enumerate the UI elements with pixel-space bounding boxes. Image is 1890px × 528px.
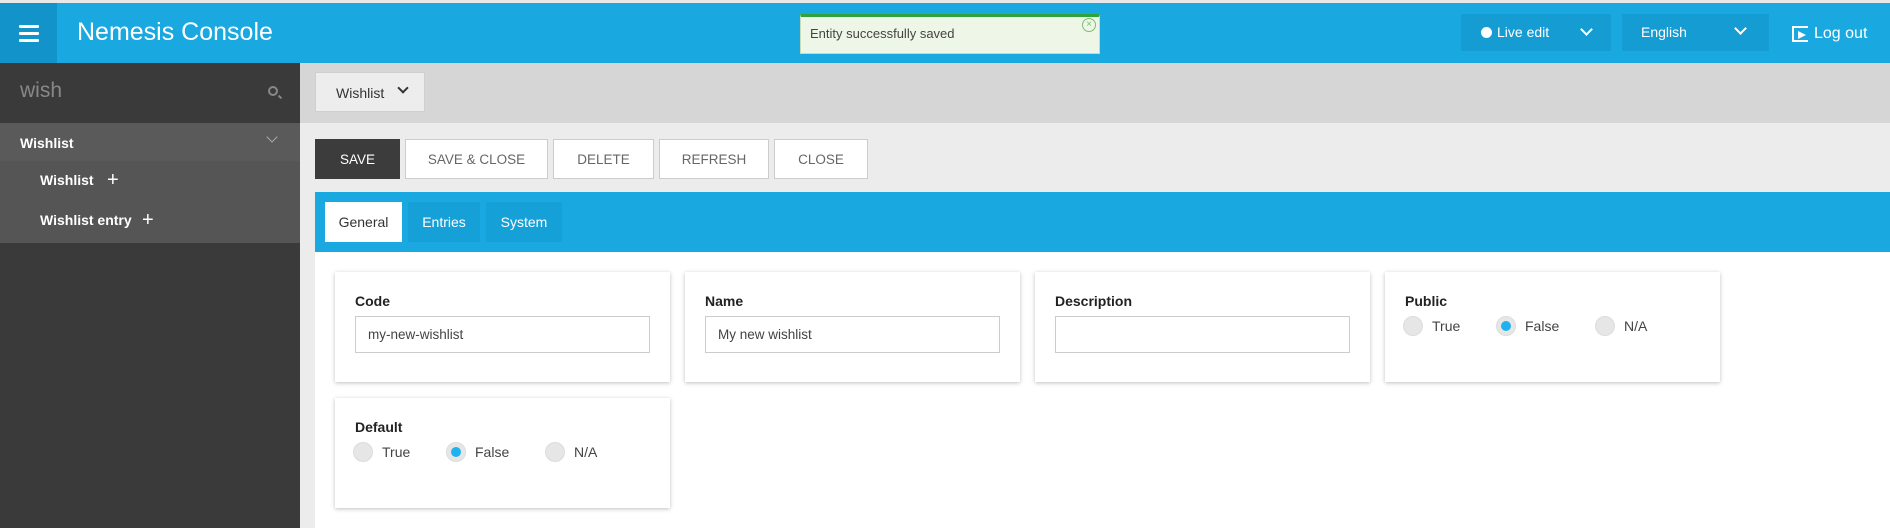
save-button[interactable]: SAVE — [315, 139, 400, 179]
sidebar-item-wishlist[interactable]: Wishlist + — [0, 161, 300, 199]
delete-button[interactable]: DELETE — [553, 139, 654, 179]
globe-icon — [1481, 26, 1492, 38]
language-select[interactable]: English — [1622, 14, 1769, 51]
sidebar-nav: Wishlist Wishlist + Wishlist entry + — [0, 123, 300, 243]
add-icon[interactable]: + — [142, 210, 154, 230]
sidebar-item-wishlist-entry[interactable]: Wishlist entry + — [0, 201, 300, 239]
entity-selector[interactable]: Wishlist — [315, 72, 425, 112]
radio-label: True — [1432, 318, 1461, 334]
chevron-down-icon — [397, 82, 409, 94]
default-radio-na[interactable]: N/A — [545, 442, 597, 462]
success-toast: Entity successfully saved × — [800, 14, 1100, 54]
close-icon[interactable]: × — [1082, 18, 1096, 32]
sidebar-group-label: Wishlist — [20, 135, 74, 151]
sidebar: wish Wishlist Wishlist + Wishlist entry … — [0, 63, 300, 528]
field-label: Name — [705, 293, 744, 309]
radio-selected-icon — [1496, 316, 1516, 336]
field-label: Code — [355, 293, 390, 309]
entity-selector-label: Wishlist — [336, 85, 385, 101]
tabs-bar: General Entries System — [315, 192, 1890, 252]
field-card-name: Name My new wishlist — [685, 272, 1020, 382]
field-card-public: Public True False N/A — [1385, 272, 1720, 382]
app-title: Nemesis Console — [77, 18, 273, 46]
public-radio-false[interactable]: False — [1496, 316, 1559, 336]
field-card-default: Default True False N/A — [335, 398, 670, 508]
logout-icon — [1792, 26, 1808, 42]
toast-message: Entity successfully saved — [810, 26, 955, 41]
radio-icon — [1403, 316, 1423, 336]
name-input[interactable]: My new wishlist — [705, 316, 1000, 353]
description-input[interactable] — [1055, 316, 1350, 353]
chevron-down-icon — [1580, 23, 1593, 36]
logout-button[interactable]: Log out — [1792, 25, 1867, 43]
hamburger-icon — [18, 23, 39, 44]
logout-label: Log out — [1814, 25, 1868, 42]
refresh-button[interactable]: REFRESH — [659, 139, 769, 179]
save-close-button[interactable]: SAVE & CLOSE — [405, 139, 548, 179]
tab-system[interactable]: System — [486, 202, 562, 242]
field-label: Description — [1055, 293, 1133, 309]
radio-label: N/A — [1624, 318, 1648, 334]
default-radio-true[interactable]: True — [353, 442, 410, 462]
toolbar: SAVE SAVE & CLOSE DELETE REFRESH CLOSE — [315, 139, 868, 179]
radio-icon — [545, 442, 565, 462]
radio-icon — [1595, 316, 1615, 336]
field-label: Public — [1405, 293, 1448, 309]
language-label: English — [1641, 24, 1687, 40]
default-radio-false[interactable]: False — [446, 442, 509, 462]
sidebar-item-label: Wishlist — [40, 172, 94, 188]
radio-label: False — [475, 444, 510, 460]
live-edit-label: Live edit — [1497, 24, 1550, 40]
radio-selected-icon — [446, 442, 466, 462]
menu-toggle-button[interactable] — [0, 3, 57, 63]
close-button[interactable]: CLOSE — [774, 139, 868, 179]
field-card-description: Description — [1035, 272, 1370, 382]
radio-label: N/A — [574, 444, 598, 460]
add-icon[interactable]: + — [107, 170, 119, 190]
code-input[interactable]: my-new-wishlist — [355, 316, 650, 353]
search-icon[interactable] — [268, 86, 278, 96]
sidebar-group-wishlist[interactable]: Wishlist — [0, 123, 300, 161]
search-input[interactable]: wish — [20, 79, 62, 103]
radio-icon — [353, 442, 373, 462]
field-label: Default — [355, 419, 403, 435]
public-radio-true[interactable]: True — [1403, 316, 1460, 336]
main-panel: Wishlist SAVE SAVE & CLOSE DELETE REFRES… — [300, 63, 1890, 528]
live-edit-dropdown[interactable]: Live edit — [1461, 14, 1611, 51]
field-card-code: Code my-new-wishlist — [335, 272, 670, 382]
radio-label: False — [1525, 318, 1560, 334]
sidebar-search[interactable]: wish — [0, 63, 300, 123]
form-content: Code my-new-wishlist Name My new wishlis… — [315, 252, 1890, 528]
tab-general[interactable]: General — [325, 202, 402, 242]
entity-bar: Wishlist — [300, 63, 1890, 123]
public-radio-na[interactable]: N/A — [1595, 316, 1647, 336]
chevron-down-icon — [266, 131, 278, 143]
top-header: Nemesis Console Entity successfully save… — [0, 0, 1890, 63]
sidebar-item-label: Wishlist entry — [40, 212, 132, 228]
radio-label: True — [382, 444, 411, 460]
tab-entries[interactable]: Entries — [408, 202, 480, 242]
chevron-down-icon — [1734, 22, 1747, 35]
